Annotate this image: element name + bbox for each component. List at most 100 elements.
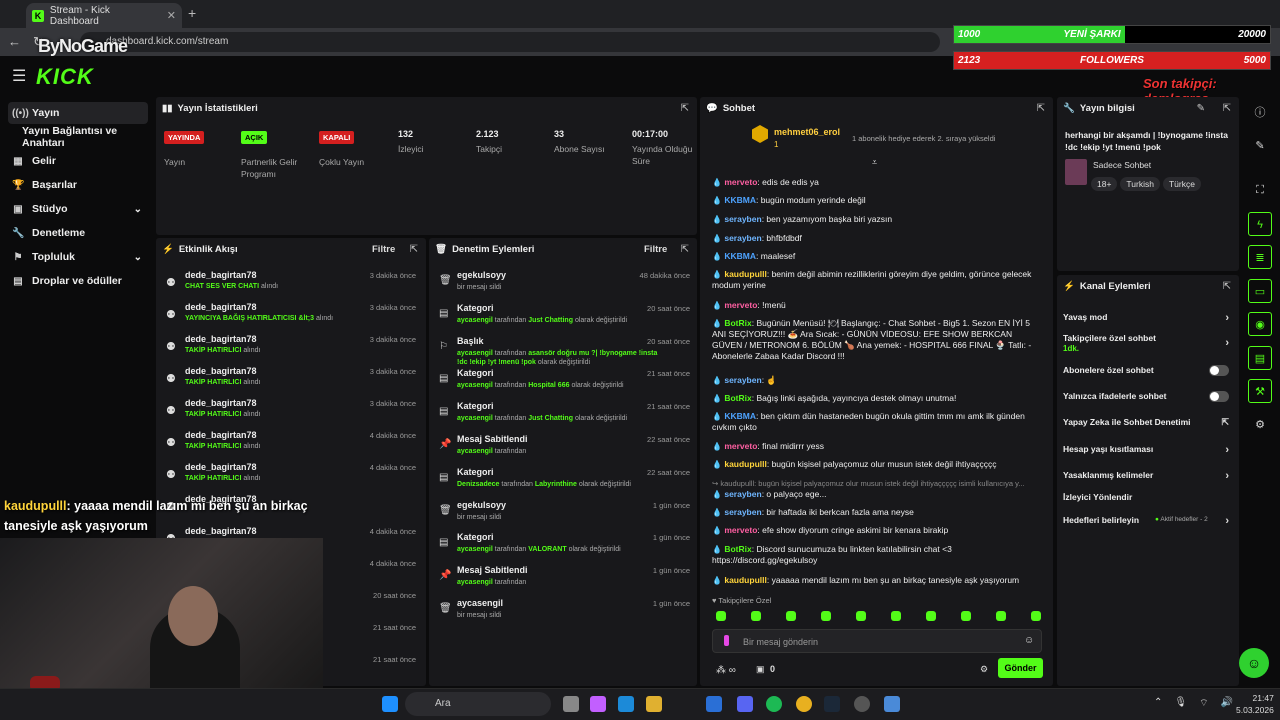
chat-username[interactable]: serayben — [724, 233, 761, 243]
settings-icon[interactable]: ⚙ — [1248, 413, 1272, 437]
mail-icon[interactable] — [706, 696, 722, 712]
chat-settings-icon[interactable]: ⚙ — [980, 664, 988, 675]
chat-username[interactable]: merveto — [724, 177, 757, 187]
chrome-icon[interactable] — [796, 696, 812, 712]
sidebar-item-gelir[interactable]: ▦ Gelir — [8, 150, 148, 172]
sidebar-item-studyo[interactable]: ▣ Stüdyo ⌄ — [8, 198, 148, 220]
wrench-icon[interactable]: ⚒ — [1248, 379, 1272, 403]
bolt-icon[interactable]: ϟ — [1248, 212, 1272, 236]
chat-username[interactable]: serayben — [724, 214, 761, 224]
activity-item[interactable]: ⚉ dede_bagirtan78 TAKİP HATIRLICI alındı 3 … — [166, 366, 416, 396]
notes-icon[interactable]: ≣ — [1248, 245, 1272, 269]
sidebar-item-topluluk[interactable]: ⚑ Topluluk ⌄ — [8, 246, 148, 268]
info-icon[interactable]: ⓘ — [1248, 101, 1272, 125]
filter-button[interactable]: Filtre — [372, 244, 395, 255]
moderation-item[interactable]: ▤ Kategori aycasengil tarafından Just Chat… — [437, 303, 690, 333]
emote-icon[interactable] — [926, 611, 936, 621]
emotes-only-toggle[interactable] — [1209, 391, 1229, 402]
chat-username[interactable]: merveto — [724, 441, 757, 451]
discord-icon[interactable] — [737, 696, 753, 712]
activity-item[interactable]: ⚉ dede_bagirtan78 TAKİP HATIRLICI alındı 4 … — [166, 430, 416, 460]
spotify-icon[interactable] — [766, 696, 782, 712]
emote-icon[interactable] — [961, 611, 971, 621]
chat-icon[interactable]: ▭ — [1248, 279, 1272, 303]
popout-icon[interactable]: ⇱ — [1223, 103, 1231, 114]
activity-item[interactable]: ⚉ dede_bagirtan78 TAKİP HATIRLICI alındı 4 … — [166, 462, 416, 492]
edit-icon[interactable]: ✎ — [1197, 103, 1205, 114]
sidebar-item-droplar[interactable]: ▤ Droplar ve ödüller — [8, 270, 148, 292]
pencil-icon[interactable]: ✎ — [1248, 134, 1272, 158]
moderation-icon[interactable]: ▤ — [1248, 346, 1272, 370]
chat-username[interactable]: serayben — [724, 375, 761, 385]
chat-username[interactable]: BotRix — [724, 318, 751, 328]
url-input[interactable]: dashboard.kick.com/stream — [80, 32, 940, 52]
chat-username[interactable]: KKBMA — [724, 195, 756, 205]
moderation-item[interactable]: 🗑 egekulsoyy bir mesajı sildi 48 dakika önc… — [437, 270, 690, 300]
collapse-icon[interactable]: ⩡ — [872, 157, 877, 168]
emote-icon[interactable] — [891, 611, 901, 621]
app-icon[interactable] — [884, 696, 900, 712]
chat-username[interactable]: merveto — [724, 525, 757, 535]
emote-icon[interactable] — [996, 611, 1006, 621]
chevron-up-icon[interactable]: ⌃ — [1154, 697, 1162, 710]
sidebar-item-yayin[interactable]: ((•)) Yayın — [8, 102, 148, 124]
popout-icon[interactable]: ⇱ — [410, 244, 418, 255]
popout-icon[interactable]: ⇱ — [1223, 281, 1231, 292]
action-subs-only[interactable]: Abonelere özel sohbet — [1063, 365, 1229, 383]
explorer-icon[interactable] — [646, 696, 662, 712]
volume-icon[interactable]: 🔊 — [1221, 697, 1233, 710]
moderation-item[interactable]: ⚐ Başlık aycasengil tarafından asansör doğ… — [437, 336, 690, 366]
mic-icon[interactable]: 🎙 — [1174, 697, 1187, 710]
moderation-item[interactable]: ▤ Kategori Denizsadece tarafından Labyrint… — [437, 467, 690, 497]
new-tab-icon[interactable]: + — [188, 5, 196, 21]
action-raid[interactable]: İzleyici Yönlendir — [1063, 492, 1229, 510]
kick-logo[interactable]: KICK — [36, 64, 94, 90]
chat-username[interactable]: serayben — [724, 489, 761, 499]
copilot-icon[interactable] — [590, 696, 606, 712]
activity-item[interactable]: ⚉ dede_bagirtan78 CHAT SES VER CHATI alınd… — [166, 270, 416, 300]
sidebar-item-stream-key[interactable]: Yayın Bağlantısı ve Anahtarı — [18, 125, 158, 149]
popout-icon[interactable]: ⇱ — [681, 244, 689, 255]
action-ai-moderation[interactable]: Yapay Zeka ile Sohbet Denetimi ⇱ — [1063, 417, 1229, 435]
activity-item[interactable]: ⚉ dede_bagirtan78 YAYINCIYA BAĞIŞ HATIRLAT… — [166, 302, 416, 332]
emote-icon[interactable] — [751, 611, 761, 621]
popout-icon[interactable]: ⇱ — [681, 103, 689, 114]
send-button[interactable]: Gönder — [998, 658, 1043, 678]
pinned-username[interactable]: mehmet06_erol — [774, 127, 840, 137]
taskbar-clock[interactable]: 21:47 5.03.2026 — [1236, 692, 1274, 716]
menu-icon[interactable]: ☰ — [12, 66, 26, 86]
chat-username[interactable]: KKBMA — [724, 411, 756, 421]
sidebar-item-basarilar[interactable]: 🏆 Başarılar — [8, 174, 148, 196]
wifi-icon[interactable]: ⌔ — [1199, 697, 1208, 710]
chat-username[interactable]: BotRix — [724, 544, 751, 554]
subs-only-toggle[interactable] — [1209, 365, 1229, 376]
chat-username[interactable]: kaudupulll — [724, 269, 767, 279]
chat-input[interactable]: Bir mesaj gönderin — [712, 629, 1042, 653]
taskbar-search[interactable]: Ara — [405, 692, 551, 716]
action-slow-mode[interactable]: Yavaş mod › — [1063, 312, 1229, 330]
back-icon[interactable]: ← — [8, 34, 21, 50]
fullscreen-icon[interactable]: ⛶ — [1248, 178, 1272, 202]
popout-icon[interactable]: ⇱ — [1037, 103, 1045, 114]
moderation-item[interactable]: 🗑 egekulsoyy bir mesajı sildi 1 gün önce — [437, 500, 690, 530]
emote-icon[interactable] — [821, 611, 831, 621]
moderation-item[interactable]: 📌 Mesaj Sabitlendi aycasengil tarafından 2… — [437, 434, 690, 464]
task-view-icon[interactable] — [563, 696, 579, 712]
activity-item[interactable]: ⚉ dede_bagirtan78 TAKİP HATIRLICI alındı 3 … — [166, 334, 416, 364]
chat-username[interactable]: KKBMA — [724, 251, 756, 261]
broadcast-icon[interactable]: ◉ — [1248, 312, 1272, 336]
chat-username[interactable]: BotRix — [724, 393, 751, 403]
emote-icon[interactable] — [716, 611, 726, 621]
moderation-item[interactable]: 🗑 aycasengil bir mesajı sildi 1 gün önce — [437, 598, 690, 628]
chat-username[interactable]: kaudupulll — [724, 459, 767, 469]
action-account-age[interactable]: Hesap yaşı kısıtlaması › — [1063, 444, 1229, 462]
emoji-picker-icon[interactable]: ☺ — [1024, 635, 1034, 646]
emote-icon[interactable] — [1031, 611, 1041, 621]
close-tab-icon[interactable]: ✕ — [167, 9, 176, 22]
activity-item[interactable]: ⚉ dede_bagirtan78 TAKİP HATIRLICI alındı 3 … — [166, 398, 416, 428]
windows-start-icon[interactable] — [382, 696, 398, 712]
moderation-item[interactable]: 📌 Mesaj Sabitlendi aycasengil tarafından 1… — [437, 565, 690, 595]
emote-icon[interactable] — [856, 611, 866, 621]
steam-icon[interactable] — [824, 696, 840, 712]
chat-username[interactable]: kaudupulll — [724, 575, 767, 585]
